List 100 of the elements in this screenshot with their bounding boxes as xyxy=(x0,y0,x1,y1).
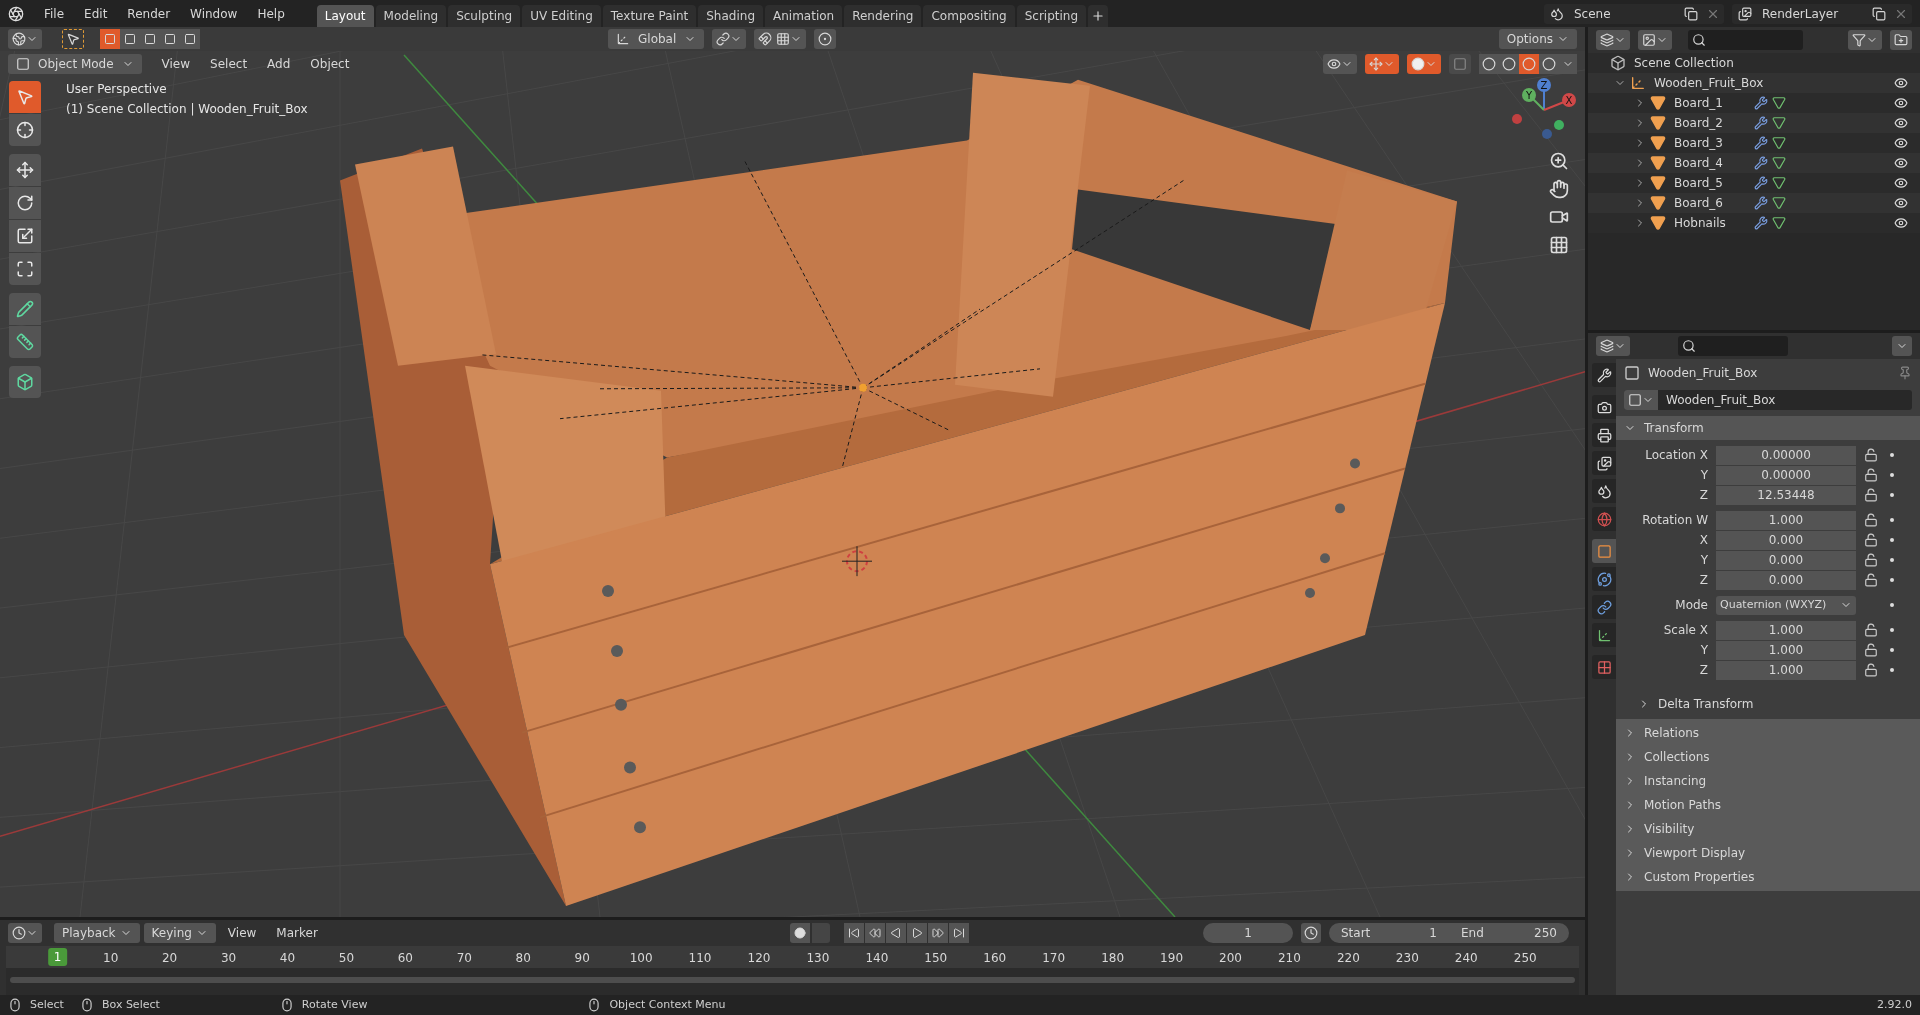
workspace-tab[interactable]: Shading xyxy=(698,5,763,27)
orientation-dropdown[interactable]: Global xyxy=(608,29,705,49)
hand-icon[interactable] xyxy=(1549,179,1569,199)
duplicate-icon[interactable] xyxy=(1872,6,1886,21)
object-name-field[interactable]: Wooden_Fruit_Box xyxy=(1624,390,1912,410)
visibility-eye-icon[interactable] xyxy=(1894,136,1908,150)
options-button[interactable] xyxy=(1892,336,1912,356)
playback-button[interactable] xyxy=(864,923,885,943)
scene-selector[interactable]: Scene xyxy=(1544,3,1724,24)
view-layer-selector[interactable]: RenderLayer xyxy=(1732,3,1912,24)
number-field[interactable]: 0.00000 xyxy=(1716,465,1856,485)
tool-button[interactable] xyxy=(9,154,41,186)
end-frame-field[interactable]: End 250 xyxy=(1449,923,1569,943)
panel-header[interactable]: Motion Paths xyxy=(1616,793,1920,817)
number-field[interactable]: 1.000 xyxy=(1716,660,1856,680)
panel-header[interactable]: Transform xyxy=(1616,416,1920,440)
tool-button[interactable] xyxy=(9,326,41,358)
shading-mode-button[interactable] xyxy=(1519,54,1539,74)
pin-icon[interactable] xyxy=(1898,366,1912,380)
frame-ruler[interactable] xyxy=(6,946,1579,968)
shading-mode-button[interactable] xyxy=(1499,54,1519,74)
number-field[interactable]: 0.000 xyxy=(1716,570,1856,590)
number-field[interactable]: 0.000 xyxy=(1716,530,1856,550)
current-frame-field[interactable]: 1 xyxy=(1203,923,1293,943)
playhead-marker[interactable]: 1 xyxy=(47,948,68,966)
workspace-tab[interactable]: Texture Paint xyxy=(602,5,697,27)
editor-type-button[interactable] xyxy=(1596,336,1630,356)
lock-icon[interactable] xyxy=(1864,643,1878,657)
tool-button[interactable] xyxy=(9,81,41,113)
subpanel-header[interactable]: Delta Transform xyxy=(1616,693,1920,715)
shading-options-button[interactable] xyxy=(1559,54,1577,74)
navigation-gizmo[interactable]: Z Y X xyxy=(1511,77,1577,143)
timeline-menu-item[interactable]: View xyxy=(219,924,265,942)
number-field[interactable]: 0.000 xyxy=(1716,550,1856,570)
number-field[interactable]: 1.000 xyxy=(1716,510,1856,530)
visibility-eye-icon[interactable] xyxy=(1894,156,1908,170)
outliner-item[interactable]: Board_5 xyxy=(1674,174,1750,192)
timeline-dropdown[interactable]: Keying xyxy=(143,923,216,943)
gizmos-button[interactable] xyxy=(1365,54,1399,74)
start-frame-field[interactable]: Start 1 xyxy=(1329,923,1449,943)
lock-icon[interactable] xyxy=(1864,623,1878,637)
panel-header[interactable]: Visibility xyxy=(1616,817,1920,841)
properties-tab[interactable] xyxy=(1592,363,1616,387)
mode-dropdown[interactable]: Object Mode xyxy=(8,54,142,74)
visibility-eye-icon[interactable] xyxy=(1894,96,1908,110)
lock-icon[interactable] xyxy=(1864,533,1878,547)
panel-header[interactable]: Instancing xyxy=(1616,769,1920,793)
search-field[interactable] xyxy=(1678,336,1788,356)
tool-button[interactable] xyxy=(9,366,41,398)
lock-icon[interactable] xyxy=(1864,488,1878,502)
selection-mode-button[interactable] xyxy=(100,29,120,49)
visibility-eye-icon[interactable] xyxy=(1894,216,1908,230)
selection-mode-button[interactable] xyxy=(120,29,140,49)
panel-header[interactable]: Custom Properties xyxy=(1616,865,1920,889)
visibility-eye-icon[interactable] xyxy=(1894,196,1908,210)
record-button[interactable] xyxy=(789,923,810,943)
workspace-tab[interactable]: Layout xyxy=(316,5,374,27)
active-tool-button[interactable] xyxy=(62,29,84,49)
menu-item[interactable]: File xyxy=(36,4,73,23)
selection-mode-button[interactable] xyxy=(180,29,200,49)
outliner-item[interactable]: Board_1 xyxy=(1674,94,1750,112)
workspace-tab[interactable]: Compositing xyxy=(923,5,1015,27)
workspace-tab[interactable]: Modeling xyxy=(375,5,447,27)
editor-type-button[interactable] xyxy=(8,29,42,49)
lock-icon[interactable] xyxy=(1864,553,1878,567)
proportional-edit-button[interactable] xyxy=(814,29,837,49)
tool-button[interactable] xyxy=(9,293,41,325)
snap-dropdown[interactable] xyxy=(754,29,807,49)
new-collection-button[interactable] xyxy=(1890,30,1912,50)
panel-header[interactable]: Collections xyxy=(1616,745,1920,769)
visibility-eye-icon[interactable] xyxy=(1894,76,1908,90)
menu-item[interactable]: Edit xyxy=(76,4,116,23)
scroll-bar[interactable] xyxy=(10,977,1575,983)
visibility-dropdown[interactable] xyxy=(1323,54,1357,74)
tool-button[interactable] xyxy=(9,220,41,252)
outliner-item[interactable]: Hobnails xyxy=(1674,214,1750,232)
properties-tab[interactable] xyxy=(1592,595,1616,619)
playback-button[interactable] xyxy=(948,923,969,943)
timeline-menu-item[interactable]: Marker xyxy=(268,924,326,942)
workspace-tab[interactable]: Sculpting xyxy=(448,5,521,27)
properties-tab[interactable] xyxy=(1592,567,1616,591)
menu-item[interactable]: Render xyxy=(119,4,179,23)
editor-type-button[interactable] xyxy=(8,923,42,943)
number-field[interactable]: 0.00000 xyxy=(1716,445,1856,465)
viewport-menu-item[interactable]: Add xyxy=(259,55,299,73)
playback-button[interactable] xyxy=(927,923,948,943)
pivot-dropdown[interactable] xyxy=(712,29,747,49)
viewport-menu-item[interactable]: Object xyxy=(302,55,358,73)
lock-icon[interactable] xyxy=(1864,513,1878,527)
properties-tab[interactable] xyxy=(1592,623,1616,647)
properties-tab[interactable] xyxy=(1592,423,1616,447)
lock-icon[interactable] xyxy=(1864,468,1878,482)
panel-header[interactable]: Relations xyxy=(1616,721,1920,745)
properties-tab[interactable] xyxy=(1592,395,1616,419)
tool-button[interactable] xyxy=(9,187,41,219)
outliner-item[interactable]: Scene Collection xyxy=(1634,54,1734,72)
playback-button[interactable] xyxy=(906,923,927,943)
lock-icon[interactable] xyxy=(1864,573,1878,587)
lock-icon[interactable] xyxy=(1864,663,1878,677)
viewport-menu-item[interactable]: View xyxy=(153,55,199,73)
